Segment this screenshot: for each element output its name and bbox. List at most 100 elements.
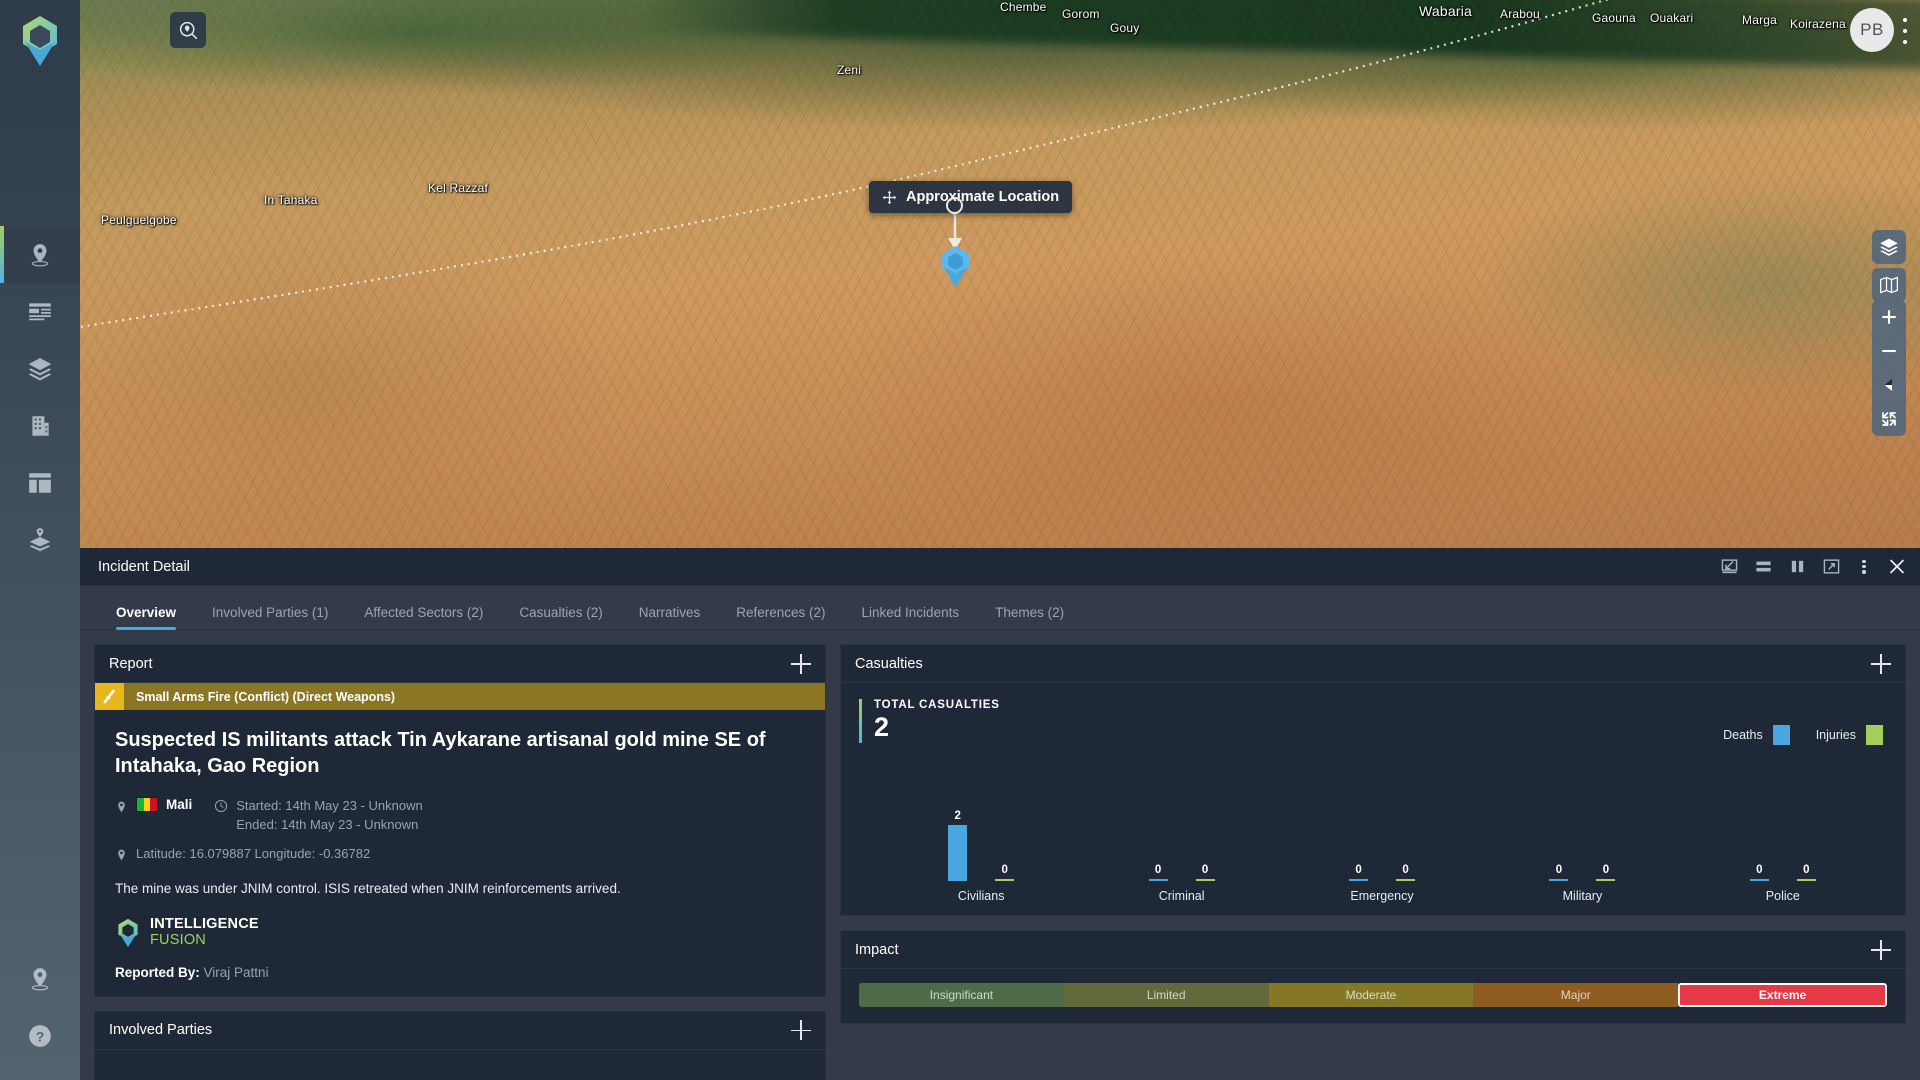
chart-bar-column: 0	[1796, 799, 1816, 881]
chart-bar	[1796, 878, 1816, 881]
impact-title: Impact	[855, 941, 899, 958]
impact-card: Impact Insignificant Limited Moderate Major…	[840, 930, 1906, 1024]
panel-minimize-button[interactable]	[1720, 558, 1738, 576]
sidebar-item-reports[interactable]	[0, 454, 80, 511]
tab-themes-2[interactable]: Themes (2)	[977, 605, 1082, 630]
incident-detail-panel: Incident Detail Overview Involved Partie…	[80, 548, 1920, 1080]
add-casualty-button[interactable]	[1871, 653, 1891, 674]
chart-category-label: Civilians	[957, 889, 1005, 903]
left-column: Report Small Arms Fire (Conflict) (Direc…	[94, 644, 826, 1080]
incident-map-pin[interactable]	[938, 245, 973, 289]
fullscreen-icon	[1882, 412, 1896, 426]
kebab-dot	[1862, 564, 1866, 569]
map-place-label: Gouy	[1110, 21, 1140, 35]
legend-item: Injuries	[1816, 725, 1883, 745]
tab-linked-incidents[interactable]: Linked Incidents	[844, 605, 978, 630]
chart-bar-value: 0	[1555, 863, 1563, 876]
chart-bar-column: 2	[948, 799, 968, 881]
chart-bars: 20	[948, 799, 1015, 881]
move-icon	[882, 190, 897, 204]
sidebar-item-dashboard[interactable]	[0, 283, 80, 340]
reported-by-row: Reported By: Viraj Pattni	[115, 965, 805, 980]
sidebar-item-layers[interactable]	[0, 340, 80, 397]
location-pin-icon	[118, 801, 125, 813]
kebab-dot	[1903, 18, 1907, 22]
marker-drag-handle[interactable]	[946, 197, 963, 214]
source-name: INTELLIGENCE FUSION	[150, 917, 259, 948]
map-canvas[interactable]: Chembe Gorom Gouy Wabaria Arabou Gaouna Ouakar…	[80, 0, 1920, 548]
help-icon: ?	[29, 1024, 51, 1047]
river-feature	[639, 0, 1920, 72]
top-more-button[interactable]	[1896, 18, 1914, 44]
split-vertical-icon	[1791, 560, 1803, 573]
location-search-button[interactable]	[170, 12, 206, 48]
map-pin-outline-icon	[31, 967, 49, 990]
tab-affected-sectors-2[interactable]: Affected Sectors (2)	[346, 605, 501, 630]
avatar[interactable]: PB	[1850, 8, 1894, 52]
incident-dates: Started: 14th May 23 - Unknown Ended: 14…	[236, 797, 422, 834]
kebab-dot	[1903, 29, 1907, 33]
chart-bar-value: 0	[1803, 863, 1810, 876]
tab-narratives[interactable]: Narratives	[621, 605, 719, 630]
coordinates-row: Latitude: 16.079887 Longitude: -0.36782	[115, 846, 805, 863]
map-layers-button[interactable]	[1872, 230, 1906, 264]
sidebar-item-incidents[interactable]	[0, 226, 80, 283]
layers-icon	[28, 357, 52, 380]
panel-close-button[interactable]	[1888, 558, 1906, 576]
tab-references-2[interactable]: References (2)	[718, 605, 843, 630]
add-impact-button[interactable]	[1871, 939, 1891, 960]
intelligence-fusion-logo[interactable]	[17, 14, 63, 68]
tab-casualties-2[interactable]: Casualties (2)	[501, 605, 620, 630]
sidebar-nav	[0, 226, 80, 568]
impact-level-moderate[interactable]: Moderate	[1268, 983, 1474, 1007]
casualties-card: Casualties TOTAL CASUALTIES 2 Deaths Inj…	[840, 644, 1906, 916]
legend-item: Deaths	[1723, 725, 1790, 745]
panel-expand-button[interactable]	[1822, 558, 1840, 576]
map-place-label: Koirazena	[1790, 17, 1846, 31]
reported-by-value: Viraj Pattni	[203, 964, 269, 980]
chart-bar-value: 0	[1154, 863, 1162, 876]
impact-level-major[interactable]: Major	[1473, 983, 1679, 1007]
panel-more-button[interactable]	[1856, 558, 1872, 576]
involved-parties-body	[95, 1050, 825, 1080]
sidebar-item-locations[interactable]	[0, 950, 80, 1007]
impact-level-insignificant[interactable]: Insignificant	[859, 983, 1064, 1007]
chart-bar-value: 0	[1402, 863, 1409, 876]
chart-bar-column: 0	[1195, 799, 1215, 881]
kebab-dot	[1903, 40, 1907, 44]
tooltip-label: Approximate Location	[906, 189, 1060, 205]
tab-overview[interactable]: Overview	[98, 605, 194, 630]
minimize-icon	[1721, 559, 1737, 574]
border-line	[80, 0, 1610, 328]
sidebar-item-assets[interactable]	[0, 397, 80, 454]
map-pin-icon	[31, 243, 49, 266]
map-place-label: Zeni	[837, 63, 862, 77]
report-body: Suspected IS militants attack Tin Aykara…	[95, 710, 825, 996]
map-zoom-out-button[interactable]	[1872, 334, 1906, 368]
plus-icon	[1882, 310, 1896, 324]
panel-split-vertical-button[interactable]	[1788, 558, 1806, 576]
impact-level-limited[interactable]: Limited	[1063, 983, 1269, 1007]
chart-bar	[1349, 878, 1369, 881]
impact-level-extreme[interactable]: Extreme	[1678, 983, 1887, 1007]
impact-scale: Insignificant Limited Moderate Major Extreme	[859, 983, 1887, 1007]
panel-split-horizontal-button[interactable]	[1754, 558, 1772, 576]
add-report-button[interactable]	[791, 653, 811, 674]
approximate-location-tooltip[interactable]: Approximate Location	[869, 181, 1073, 213]
tab-involved-parties-1[interactable]: Involved Parties (1)	[194, 605, 346, 630]
add-involved-party-button[interactable]	[791, 1020, 811, 1041]
sidebar-item-help[interactable]: ?	[0, 1007, 80, 1064]
chart-category: 0 0 Emergency	[1282, 799, 1482, 903]
map-basemap-button[interactable]	[1872, 268, 1906, 302]
chart-bar-value: 0	[1201, 863, 1209, 876]
chart-bar-value: 0	[1355, 863, 1362, 876]
chart-bar	[1549, 878, 1569, 881]
incident-type-label: Small Arms Fire (Conflict) (Direct Weapo…	[136, 689, 396, 704]
map-zoom-in-button[interactable]	[1872, 300, 1906, 334]
sidebar-item-geofences[interactable]	[0, 511, 80, 568]
chart-category: 2 0 Civilians	[881, 799, 1081, 903]
map-compass-button[interactable]	[1872, 368, 1906, 402]
map-fullscreen-button[interactable]	[1872, 402, 1906, 436]
layers-icon	[1880, 238, 1898, 256]
svg-text:?: ?	[36, 1028, 45, 1044]
